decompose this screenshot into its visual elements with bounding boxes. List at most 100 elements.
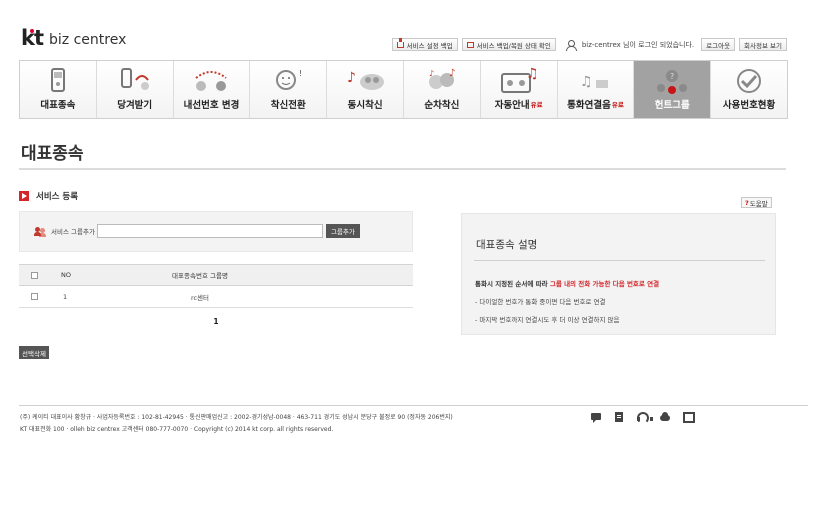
pickup-icon [120, 68, 149, 90]
nav-tab-3[interactable]: 내선번호 변경 [173, 61, 251, 118]
footer-divider [19, 405, 808, 406]
nav-tab-2[interactable]: 당겨받기 [96, 61, 174, 118]
nav-tab-4[interactable]: ! 착신전환 [250, 61, 328, 118]
svg-text:?: ? [670, 72, 674, 81]
company-info-button[interactable]: 회사정보 보기 [739, 38, 787, 51]
service-nav: 대표종속 당겨받기 내선번호 변경! 착신전환 ♪ 동시착신 ♪ ♪ 순차착신 ♫ 자동안내 유료 ♫ 통… [19, 60, 788, 119]
svg-text:♪: ♪ [429, 69, 434, 78]
nav-tab-label-text: 사용번호현황 [722, 100, 776, 111]
column-header-no: NO [61, 271, 71, 279]
description-divider [474, 260, 765, 261]
help-button[interactable]: ? 도움말 [741, 197, 772, 208]
group-add-label: 서비스 그룹추가 [51, 228, 95, 236]
nav-tab-10[interactable]: 사용번호현황 [711, 61, 787, 118]
question-icon: ? [745, 198, 749, 207]
nav-tab-7[interactable]: ♫ 자동안내 유료 [480, 61, 558, 118]
section-title: 서비스 등록 [36, 192, 79, 202]
group-name-input[interactable] [96, 224, 323, 238]
service-restore-label: 서비스 백업/복원 상태 확인 [476, 41, 551, 50]
sequential-icon: ♪♪ [428, 68, 455, 89]
nav-tab-label-text: 내선번호 변경 [183, 100, 240, 111]
login-status-text: biz-centrex 님이 로그인 되었습니다. [581, 40, 695, 49]
pagination-current-page[interactable]: 1 [19, 317, 413, 326]
chat-icon[interactable] [590, 411, 602, 423]
description-panel: 대표종속 설명 통화시 지정된 순서에 따라 그룹 내의 전화 가능한 다음 번… [461, 213, 776, 335]
nav-tab-1[interactable]: 대표종속 [20, 61, 97, 118]
description-line-2: - 마지막 번호까지 연결시도 후 더 이상 연결하지 않음 [475, 316, 620, 324]
service-backup-label: 서비스 설정 백업 [406, 41, 453, 50]
phone-icon [50, 68, 65, 92]
description-main-prefix: 통화시 지정된 순서에 따라 [475, 280, 550, 288]
title-divider [19, 168, 786, 170]
nav-tab-label-text: 통화연결음 [567, 100, 611, 111]
svg-text:!: ! [299, 69, 302, 78]
service-backup-button[interactable]: 서비스 설정 백업 [391, 37, 458, 51]
row-no: 1 [63, 292, 68, 301]
group-table: NO 대표종속번호 그룹명 1 rc센터 [19, 264, 413, 308]
headset-icon[interactable] [636, 411, 653, 424]
kt-logo[interactable]: kt biz centrex [21, 28, 126, 49]
nav-tab-label: 사용번호현황 [723, 97, 775, 111]
row-group-name[interactable]: rc센터 [90, 292, 413, 302]
nav-tab-6[interactable]: ♪ ♪ 순차착신 [403, 61, 481, 118]
section-header: 서비스 등록 [19, 190, 78, 202]
cloud-icon[interactable] [659, 411, 671, 423]
logout-button[interactable]: 로그아웃 [701, 38, 736, 51]
user-icon [565, 39, 578, 51]
nav-tab-label-text: 착신전환 [270, 100, 306, 111]
select-all-checkbox[interactable] [31, 271, 38, 279]
help-label: 도움말 [749, 199, 768, 208]
monitor-icon [466, 41, 474, 48]
nav-tab-label-text: 대표종속 [40, 100, 76, 111]
service-restore-status-button[interactable]: 서비스 백업/복원 상태 확인 [461, 38, 556, 51]
nav-tab-label: 착신전환 [271, 97, 306, 111]
nav-tab-label: 자동안내 유료 [495, 97, 543, 111]
nav-tab-8[interactable]: ♫ 통화연결음 유료 [557, 61, 635, 118]
usage-status-icon [737, 69, 762, 93]
simultaneous-icon: ♪ [347, 70, 385, 90]
description-main: 통화시 지정된 순서에 따라 그룹 내의 전화 가능한 다음 번호로 연결 [475, 278, 659, 288]
group-add-panel: 서비스 그룹추가 그룹추가 [19, 211, 413, 252]
nav-tab-label: 통화연결음 유료 [567, 97, 624, 111]
hunt-group-icon: ? [657, 70, 688, 94]
row-checkbox[interactable] [31, 293, 38, 300]
svg-text:♪: ♪ [449, 68, 455, 79]
nav-tab-label-text: 자동안내 [494, 100, 530, 111]
logo-text: biz centrex [49, 31, 127, 48]
forward-icon: ! [276, 69, 303, 90]
svg-text:♫: ♫ [526, 66, 539, 82]
nav-tab-label-text: 순차착신 [424, 100, 460, 111]
delete-selected-button[interactable]: 선택삭제 [19, 346, 49, 359]
login-status: biz-centrex 님이 로그인 되었습니다. [565, 39, 695, 51]
extension-icon [195, 71, 228, 91]
footer-info: (주) 케이티 대표이사 황창규 · 사업자등록번호 : 102-81-4294… [20, 412, 453, 436]
paid-badge: 유료 [530, 101, 543, 109]
top-utility-bar: 서비스 설정 백업 서비스 백업/복원 상태 확인 biz-centrex 님이… [391, 37, 787, 51]
group-add-button[interactable]: 그룹추가 [325, 224, 360, 238]
nav-tab-label: 헌트그룹 [655, 97, 690, 111]
memo-icon[interactable] [613, 411, 625, 423]
footer-icons [590, 411, 695, 424]
nav-tab-label: 동시착신 [348, 97, 383, 111]
description-title: 대표종속 설명 [476, 239, 538, 251]
description-main-highlight: 그룹 내의 전화 가능한 다음 번호로 연결 [549, 280, 660, 288]
column-header-group-name: 대표종속번호 그룹명 [172, 272, 228, 280]
paid-badge: 유료 [611, 101, 624, 109]
nav-tab-label: 당겨받기 [117, 97, 152, 111]
svg-text:♪: ♪ [347, 70, 356, 86]
description-line-1: - 다이얼한 번호가 통화 중이면 다음 번호로 연결 [475, 298, 606, 306]
svg-text:♫: ♫ [580, 74, 593, 90]
table-row[interactable]: 1 rc센터 [19, 286, 413, 308]
footer-copyright: KT 대표전화 100 · olleh biz centrex 고객센터 080… [20, 426, 334, 433]
people-icon [34, 226, 47, 236]
nav-tab-label: 순차착신 [424, 97, 459, 111]
ringback-icon: ♫ [580, 74, 609, 90]
monitor-icon[interactable] [682, 411, 695, 423]
table-header: NO 대표종속번호 그룹명 [19, 264, 413, 286]
nav-tab-label-text: 동시착신 [347, 100, 383, 111]
auto-guide-icon: ♫ [500, 66, 539, 93]
page-title: 대표종속 [21, 144, 84, 164]
logo-mark: kt [21, 26, 44, 50]
nav-tab-9[interactable]: ? 헌트그룹 [634, 61, 712, 118]
nav-tab-5[interactable]: ♪ 동시착신 [327, 61, 404, 118]
